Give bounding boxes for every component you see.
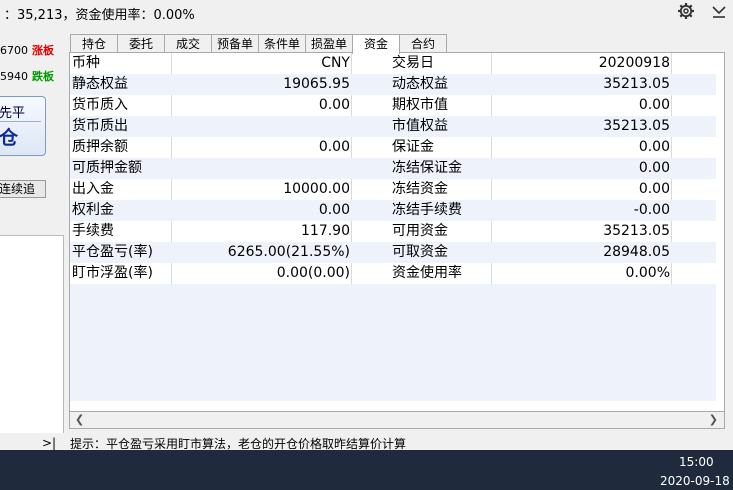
funds-table: 币种 CNY 交易日 20200918 静态权益 19065.95 动态权益 3… <box>69 52 725 412</box>
table-row: 可质押金额 冻结保证金 0.00 <box>70 158 716 179</box>
left-list-box <box>0 235 64 433</box>
field-value <box>172 158 350 179</box>
taskbar-date[interactable]: 2020-09-18 <box>660 474 730 488</box>
gear-icon[interactable] <box>677 2 695 20</box>
limit-up-price: 6700 <box>0 44 28 57</box>
field-value: 35213.05 <box>603 76 670 92</box>
scroll-left-icon[interactable]: ❮ <box>75 413 84 426</box>
tab-positions[interactable]: 持仓 <box>70 34 118 53</box>
close-first-button[interactable]: 先平 仓 <box>0 96 46 156</box>
tab-bar: 持仓 委托 成交 预备单 条件单 损盈单 资金 合约 <box>70 34 447 54</box>
field-label: 可取资金 <box>392 244 448 260</box>
close-first-label: 先平 <box>0 106 26 121</box>
tab-orders[interactable]: 委托 <box>117 34 165 53</box>
tab-conditional-orders[interactable]: 条件单 <box>258 34 306 53</box>
field-value: 0.00 <box>318 202 350 218</box>
field-value: 117.90 <box>301 223 350 239</box>
table-row: 出入金 10000.00 冻结资金 0.00 <box>70 179 716 200</box>
table-row: 货币质出 市值权益 35213.05 <box>70 116 716 137</box>
field-value: 6265.00(21.55%) <box>227 244 350 260</box>
field-value: 0.00 <box>638 181 670 197</box>
field-value: 19065.95 <box>283 76 350 92</box>
tab-trades[interactable]: 成交 <box>164 34 212 53</box>
field-label: 交易日 <box>392 55 434 71</box>
field-value: 0.00 <box>638 160 670 176</box>
taskbar-time[interactable]: 15:00 <box>679 455 714 469</box>
field-label: 静态权益 <box>72 76 128 92</box>
field-value: 35213.05 <box>603 118 670 134</box>
field-label: 盯市浮盈(率) <box>72 265 153 281</box>
field-value: 0.00 <box>638 97 670 113</box>
field-value: 0.00 <box>318 139 350 155</box>
button-divider <box>0 121 41 122</box>
continuous-chase-button[interactable]: 连续追 <box>0 180 46 198</box>
limit-down-price: 5940 <box>0 70 28 83</box>
field-label: 资金使用率 <box>392 265 462 281</box>
field-value: 20200918 <box>598 55 670 71</box>
tab-funds[interactable]: 资金 <box>352 34 400 54</box>
field-value: -0.00 <box>633 202 670 218</box>
taskbar: 15:00 2020-09-18 <box>0 450 733 490</box>
field-label: 冻结手续费 <box>392 202 462 218</box>
table-row: 币种 CNY 交易日 20200918 <box>70 53 716 74</box>
table-row: 质押余额 0.00 保证金 0.00 <box>70 137 716 158</box>
field-label: 出入金 <box>72 181 114 197</box>
top-status-bar: ：35,213，资金使用率：0.00% <box>0 0 733 24</box>
field-label: 货币质入 <box>72 97 128 113</box>
account-status-text: ：35,213，资金使用率：0.00% <box>4 8 195 23</box>
field-value <box>172 116 350 137</box>
scroll-right-icon[interactable]: ❯ <box>709 413 718 426</box>
table-row: 货币质入 0.00 期权市值 0.00 <box>70 95 716 116</box>
chevron-down-icon[interactable] <box>710 2 728 20</box>
table-row: 静态权益 19065.95 动态权益 35213.05 <box>70 74 716 95</box>
field-value: 10000.00 <box>283 181 350 197</box>
field-label: 动态权益 <box>392 76 448 92</box>
table-row: 权利金 0.00 冻结手续费 -0.00 <box>70 200 716 221</box>
table-row: 平仓盈亏(率) 6265.00(21.55%) 可取资金 28948.05 <box>70 242 716 263</box>
left-order-panel: 6700 涨板 5940 跌板 先平 仓 连续追 >| <box>0 30 64 450</box>
limit-up-row: 6700 涨板 <box>0 42 54 58</box>
field-label: 货币质出 <box>72 118 128 134</box>
tab-stop-orders[interactable]: 损盈单 <box>305 34 353 53</box>
field-label: 可用资金 <box>392 223 448 239</box>
expand-arrow[interactable]: >| <box>42 436 56 450</box>
close-position-label: 仓 <box>0 127 19 149</box>
tab-contracts[interactable]: 合约 <box>399 34 447 53</box>
limit-down-row: 5940 跌板 <box>0 68 54 84</box>
field-label: 平仓盈亏(率) <box>72 244 153 260</box>
field-value: 28948.05 <box>603 244 670 260</box>
table-row: 盯市浮盈(率) 0.00(0.00) 资金使用率 0.00% <box>70 263 716 284</box>
field-label: 市值权益 <box>392 118 448 134</box>
field-value: 35213.05 <box>603 223 670 239</box>
empty-row-area <box>70 284 716 401</box>
field-label: 期权市值 <box>392 97 448 113</box>
field-label: 保证金 <box>392 139 434 155</box>
limit-up-label[interactable]: 涨板 <box>32 44 54 57</box>
field-value: 0.00% <box>625 265 670 281</box>
field-label: 币种 <box>72 55 100 71</box>
field-label: 冻结资金 <box>392 181 448 197</box>
field-label: 手续费 <box>72 223 114 239</box>
tab-prepared-orders[interactable]: 预备单 <box>211 34 259 53</box>
field-value: 0.00 <box>638 139 670 155</box>
field-label: 权利金 <box>72 202 114 218</box>
field-label: 可质押金额 <box>72 160 142 176</box>
field-label: 冻结保证金 <box>392 160 462 176</box>
limit-down-label[interactable]: 跌板 <box>32 70 54 83</box>
field-value: 0.00 <box>318 97 350 113</box>
field-label: 质押余额 <box>72 139 128 155</box>
table-row: 手续费 117.90 可用资金 35213.05 <box>70 221 716 242</box>
field-value: CNY <box>321 55 350 71</box>
field-value: 0.00(0.00) <box>276 265 350 281</box>
horizontal-scrollbar[interactable]: ❮ ❯ <box>69 412 725 429</box>
